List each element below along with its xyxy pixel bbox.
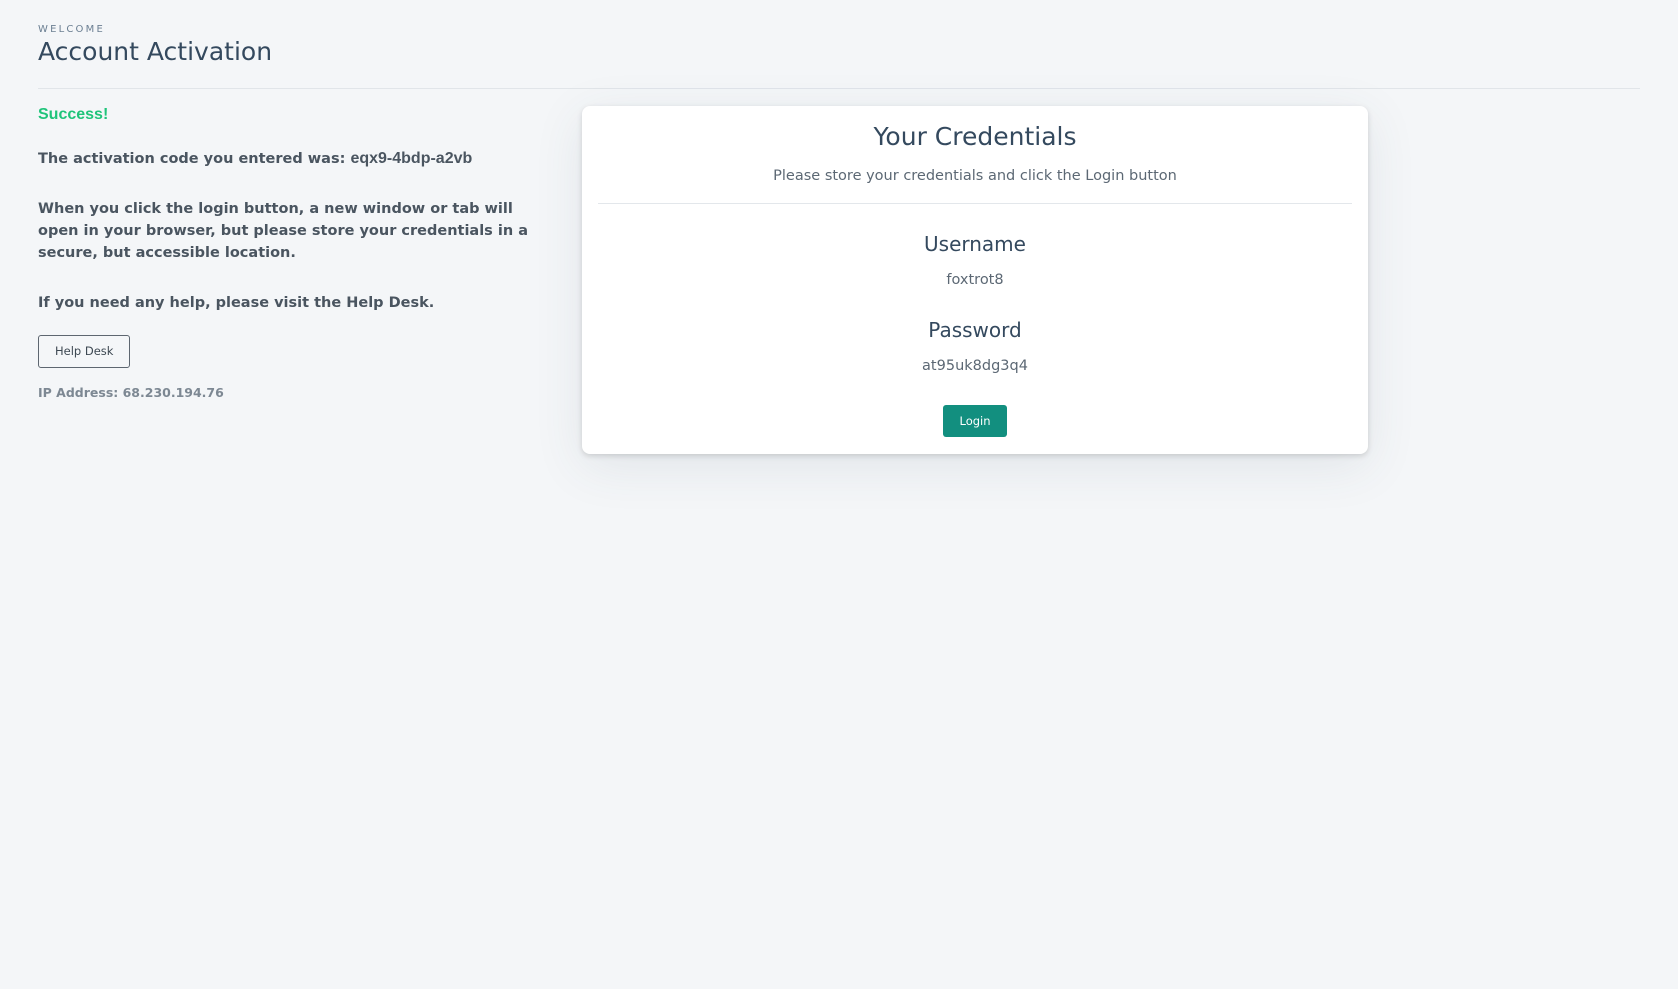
credentials-title: Your Credentials bbox=[873, 122, 1077, 151]
login-button[interactable]: Login bbox=[943, 405, 1007, 437]
credentials-subtitle: Please store your credentials and click … bbox=[773, 168, 1177, 184]
success-message: Success! bbox=[38, 106, 109, 123]
activation-code: eqx9-4bdp-a2vb bbox=[350, 150, 473, 167]
page-eyebrow: WELCOME bbox=[38, 24, 105, 35]
header-divider bbox=[38, 88, 1640, 89]
ip-address: IP Address: 68.230.194.76 bbox=[38, 385, 224, 400]
activation-code-label: The activation code you entered was: bbox=[38, 151, 351, 167]
help-desk-button[interactable]: Help Desk bbox=[38, 335, 131, 368]
activation-code-line: The activation code you entered was: eqx… bbox=[38, 148, 538, 170]
page-header: WELCOME Account Activation bbox=[38, 24, 272, 66]
password-value: at95uk8dg3q4 bbox=[922, 358, 1028, 374]
card-divider bbox=[598, 203, 1352, 204]
username-value: foxtrot8 bbox=[946, 272, 1004, 288]
help-text: If you need any help, please visit the H… bbox=[38, 295, 435, 311]
page-title: Account Activation bbox=[38, 37, 273, 66]
login-instructions: When you click the login button, a new w… bbox=[38, 201, 528, 261]
password-label: Password bbox=[928, 318, 1022, 342]
username-label: Username bbox=[924, 232, 1026, 256]
activation-info-panel: Success! The activation code you entered… bbox=[38, 104, 538, 404]
credentials-card: Your Credentials Please store your crede… bbox=[582, 106, 1368, 454]
